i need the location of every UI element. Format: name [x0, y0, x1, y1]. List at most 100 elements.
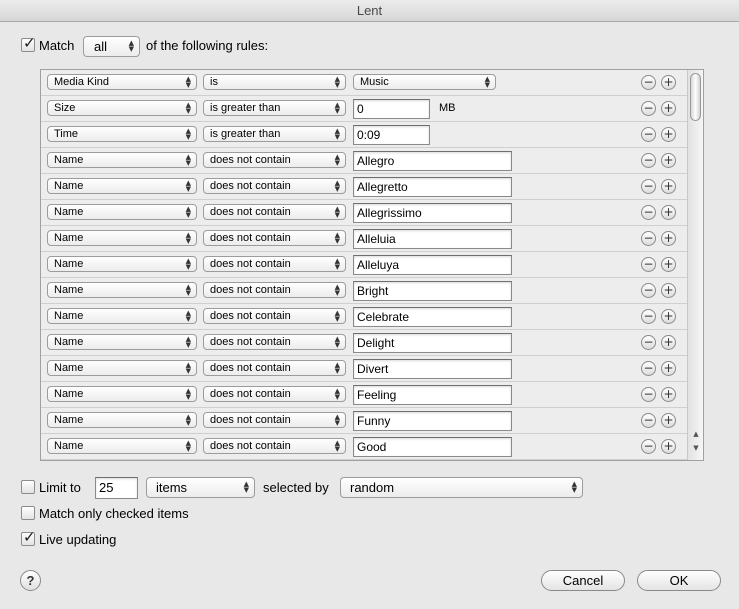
minus-circle-icon[interactable]: −: [641, 179, 656, 194]
updown-arrows-icon: ▲ ▼: [185, 205, 191, 219]
limit-value-input[interactable]: 25: [95, 477, 138, 499]
rule-field-popup[interactable]: Name ▲ ▼: [47, 334, 197, 350]
live-updating-checkbox[interactable]: [21, 528, 36, 546]
limit-checkbox[interactable]: [21, 480, 35, 494]
rule-operator-popup[interactable]: does not contain ▲ ▼: [203, 282, 346, 298]
minus-circle-icon[interactable]: −: [641, 257, 656, 272]
rule-value-input[interactable]: Alleluia: [353, 229, 512, 249]
minus-circle-icon[interactable]: −: [641, 439, 656, 454]
rule-field-popup[interactable]: Name ▲ ▼: [47, 152, 197, 168]
rule-operator-popup[interactable]: is ▲ ▼: [203, 74, 346, 90]
rule-value-input[interactable]: Feeling: [353, 385, 512, 405]
match-mode-popup[interactable]: all ▲ ▼: [83, 36, 140, 57]
rule-operator-popup[interactable]: does not contain ▲ ▼: [203, 204, 346, 220]
rule-field-popup[interactable]: Name ▲ ▼: [47, 204, 197, 220]
rule-operator-popup-value: does not contain: [210, 362, 291, 374]
plus-circle-icon[interactable]: +: [661, 413, 676, 428]
minus-circle-icon[interactable]: −: [641, 205, 656, 220]
plus-circle-icon[interactable]: +: [661, 231, 676, 246]
rule-operator-popup[interactable]: does not contain ▲ ▼: [203, 308, 346, 324]
rule-value-input[interactable]: Good: [353, 437, 512, 457]
ok-button[interactable]: OK: [637, 570, 721, 591]
rule-operator-popup[interactable]: does not contain ▲ ▼: [203, 386, 346, 402]
rule-value-input[interactable]: Allegro: [353, 151, 512, 171]
rules-scrollbar[interactable]: ▲ ▼: [687, 70, 703, 460]
minus-circle-icon[interactable]: −: [641, 283, 656, 298]
minus-circle-icon[interactable]: −: [641, 231, 656, 246]
scroll-down-arrow-icon[interactable]: ▼: [691, 444, 701, 452]
match-only-checked-checkbox[interactable]: [21, 506, 35, 520]
plus-circle-icon[interactable]: +: [661, 205, 676, 220]
rule-value-input[interactable]: 0: [353, 99, 430, 119]
updown-arrows-icon: ▲ ▼: [334, 439, 340, 453]
rule-value-popup[interactable]: Music ▲ ▼: [353, 74, 496, 90]
plus-circle-icon[interactable]: +: [661, 335, 676, 350]
rule-field-popup[interactable]: Name ▲ ▼: [47, 308, 197, 324]
rule-operator-popup[interactable]: does not contain ▲ ▼: [203, 334, 346, 350]
minus-circle-icon[interactable]: −: [641, 335, 656, 350]
match-mode-value: all: [94, 39, 108, 54]
rule-value-input[interactable]: Funny: [353, 411, 512, 431]
plus-circle-icon[interactable]: +: [661, 127, 676, 142]
rule-field-popup[interactable]: Name ▲ ▼: [47, 386, 197, 402]
rules-list[interactable]: Media Kind ▲ ▼ is ▲ ▼ Music ▲ ▼ − + Size ▲ ▼ is greate…: [40, 69, 704, 461]
rule-value-input[interactable]: Allegretto: [353, 177, 512, 197]
cancel-button[interactable]: Cancel: [541, 570, 625, 591]
minus-circle-icon[interactable]: −: [641, 387, 656, 402]
rule-operator-popup[interactable]: is greater than ▲ ▼: [203, 126, 346, 142]
plus-circle-icon[interactable]: +: [661, 387, 676, 402]
minus-circle-icon[interactable]: −: [641, 413, 656, 428]
rule-field-popup[interactable]: Name ▲ ▼: [47, 178, 197, 194]
rule-value-input[interactable]: Alleluya: [353, 255, 512, 275]
scrollbar-thumb[interactable]: [690, 73, 701, 121]
rule-field-popup[interactable]: Name ▲ ▼: [47, 282, 197, 298]
rule-row: Name ▲ ▼ does not contain ▲ ▼ Divert − +: [41, 356, 688, 382]
help-button[interactable]: ?: [20, 570, 41, 591]
rule-operator-popup[interactable]: is greater than ▲ ▼: [203, 100, 346, 116]
rule-value-input[interactable]: Allegrissimo: [353, 203, 512, 223]
rule-field-popup[interactable]: Name ▲ ▼: [47, 360, 197, 376]
minus-circle-icon[interactable]: −: [641, 153, 656, 168]
limit-unit-popup[interactable]: items ▲ ▼: [146, 477, 255, 498]
plus-circle-icon[interactable]: +: [661, 361, 676, 376]
updown-arrows-icon: ▲ ▼: [334, 101, 340, 115]
rule-operator-popup[interactable]: does not contain ▲ ▼: [203, 412, 346, 428]
match-checkbox[interactable]: [21, 34, 36, 52]
scroll-up-arrow-icon[interactable]: ▲: [691, 430, 701, 438]
rule-value-input[interactable]: Bright: [353, 281, 512, 301]
updown-arrows-icon: ▲ ▼: [334, 179, 340, 193]
rule-field-popup[interactable]: Media Kind ▲ ▼: [47, 74, 197, 90]
rule-value-input[interactable]: 0:09: [353, 125, 430, 145]
rule-field-popup[interactable]: Name ▲ ▼: [47, 256, 197, 272]
minus-circle-icon[interactable]: −: [641, 127, 656, 142]
rule-operator-popup[interactable]: does not contain ▲ ▼: [203, 230, 346, 246]
rule-operator-popup[interactable]: does not contain ▲ ▼: [203, 178, 346, 194]
minus-circle-icon[interactable]: −: [641, 309, 656, 324]
rule-field-popup[interactable]: Name ▲ ▼: [47, 412, 197, 428]
minus-circle-icon[interactable]: −: [641, 101, 656, 116]
rule-operator-popup[interactable]: does not contain ▲ ▼: [203, 152, 346, 168]
rule-operator-popup[interactable]: does not contain ▲ ▼: [203, 256, 346, 272]
plus-circle-icon[interactable]: +: [661, 153, 676, 168]
rule-operator-popup[interactable]: does not contain ▲ ▼: [203, 438, 346, 454]
plus-circle-icon[interactable]: +: [661, 75, 676, 90]
plus-circle-icon[interactable]: +: [661, 101, 676, 116]
plus-circle-icon[interactable]: +: [661, 283, 676, 298]
minus-circle-icon[interactable]: −: [641, 361, 656, 376]
rule-field-popup[interactable]: Name ▲ ▼: [47, 230, 197, 246]
plus-circle-icon[interactable]: +: [661, 309, 676, 324]
updown-arrows-icon: ▲ ▼: [185, 361, 191, 375]
rule-field-popup[interactable]: Time ▲ ▼: [47, 126, 197, 142]
plus-circle-icon[interactable]: +: [661, 179, 676, 194]
rule-value-input[interactable]: Celebrate: [353, 307, 512, 327]
rule-value-input[interactable]: Delight: [353, 333, 512, 353]
rule-field-popup[interactable]: Name ▲ ▼: [47, 438, 197, 454]
rule-value-input[interactable]: Divert: [353, 359, 512, 379]
rule-operator-popup-value: does not contain: [210, 388, 291, 400]
plus-circle-icon[interactable]: +: [661, 439, 676, 454]
selected-by-popup[interactable]: random ▲ ▼: [340, 477, 583, 498]
minus-circle-icon[interactable]: −: [641, 75, 656, 90]
rule-operator-popup[interactable]: does not contain ▲ ▼: [203, 360, 346, 376]
rule-field-popup[interactable]: Size ▲ ▼: [47, 100, 197, 116]
plus-circle-icon[interactable]: +: [661, 257, 676, 272]
